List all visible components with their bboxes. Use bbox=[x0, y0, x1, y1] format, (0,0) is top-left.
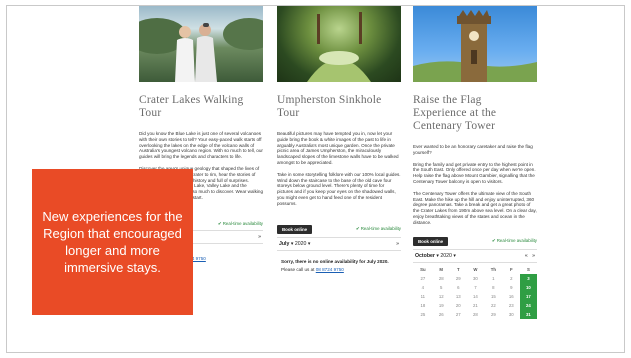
chevron-right-icon[interactable]: » bbox=[258, 234, 261, 240]
tour-card-centenary-tower: Raise the Flag Experience at the Centena… bbox=[413, 6, 537, 319]
tour-description: Beautiful pictures may have tempted you … bbox=[277, 131, 401, 207]
calendar-day: 15 bbox=[490, 293, 496, 299]
tour-card-umpherston: Umpherston Sinkhole Tour Beautiful pictu… bbox=[277, 6, 401, 272]
weekday-header: Su bbox=[420, 266, 426, 272]
calendar-week-row: 11 12 13 14 15 16 17 bbox=[413, 291, 537, 301]
calendar-week-row: 18 19 20 21 22 23 24 bbox=[413, 300, 537, 310]
calendar-day-available[interactable]: 17 bbox=[519, 291, 537, 301]
slide-frame: Crater Lakes Walking Tour Did you know t… bbox=[6, 5, 625, 353]
calendar-day: 16 bbox=[508, 293, 514, 299]
weekday-header: T bbox=[457, 266, 460, 272]
booking-widget: Book online ✔ Real-time availability Oct… bbox=[413, 236, 537, 319]
calendar-day-available[interactable]: 31 bbox=[519, 309, 537, 319]
weekday-header: W bbox=[473, 266, 478, 272]
tour-title: Umpherston Sinkhole Tour bbox=[277, 94, 382, 119]
calendar-day: 25 bbox=[420, 311, 426, 317]
month-dropdown[interactable]: July bbox=[279, 241, 289, 247]
callout-text: New experiences for the Region that enco… bbox=[42, 209, 183, 275]
tower-photo-illustration bbox=[413, 10, 537, 82]
calendar-day: 29 bbox=[455, 275, 461, 281]
calendar-day: 23 bbox=[508, 302, 514, 308]
tour-paragraph: Take in some storytelling folklore with … bbox=[277, 171, 401, 206]
book-online-button[interactable]: Book online bbox=[277, 224, 313, 234]
calendar-day: 5 bbox=[440, 284, 443, 290]
tour-paragraph: Beautiful pictures may have tempted you … bbox=[277, 131, 399, 165]
month-selector[interactable]: July ▾ 2020 ▾ » bbox=[277, 236, 401, 251]
check-icon: ✔ bbox=[217, 220, 222, 226]
tour-paragraph: Bring the family and get private entry t… bbox=[413, 161, 536, 184]
chevron-left-icon[interactable]: « bbox=[525, 253, 528, 259]
tour-title: Raise the Flag Experience at the Centena… bbox=[413, 94, 497, 132]
calendar-day: 9 bbox=[510, 284, 513, 290]
phone-link[interactable]: 08 8724 9750 bbox=[316, 267, 344, 272]
calendar-day: 20 bbox=[455, 302, 461, 308]
chevron-down-icon[interactable]: ▾ bbox=[291, 241, 294, 247]
calendar-day: 7 bbox=[474, 284, 477, 290]
calendar-day: 30 bbox=[508, 311, 514, 317]
calendar-day: 28 bbox=[438, 275, 444, 281]
year-dropdown[interactable]: 2020 bbox=[440, 253, 452, 259]
calendar-day-available[interactable]: 3 bbox=[519, 273, 537, 283]
chevron-right-icon[interactable]: » bbox=[396, 241, 399, 247]
calendar-day: 28 bbox=[473, 311, 478, 317]
year-dropdown[interactable]: 2020 bbox=[295, 241, 307, 247]
weekday-header: M bbox=[439, 266, 444, 272]
garden-photo-illustration bbox=[307, 12, 371, 82]
chevron-down-icon[interactable]: ▾ bbox=[308, 241, 311, 247]
check-icon: ✔ bbox=[491, 238, 496, 244]
no-availability-message: Sorry, there is no online availability f… bbox=[281, 258, 389, 264]
callout-box: New experiences for the Region that enco… bbox=[32, 169, 193, 315]
calendar-day: 18 bbox=[420, 302, 426, 308]
tour-photo-centenary-tower bbox=[413, 6, 537, 82]
month-dropdown[interactable]: October bbox=[415, 253, 435, 259]
check-icon: ✔ bbox=[355, 226, 360, 232]
tour-description: Ever wanted to be an honorary caretaker … bbox=[413, 144, 537, 226]
calendar-day: 22 bbox=[490, 302, 496, 308]
calendar-day: 6 bbox=[457, 284, 460, 290]
calendar-week-row: 4 5 6 7 8 9 10 bbox=[413, 282, 537, 292]
month-selector[interactable]: October ▾ 2020 ▾ « » bbox=[413, 248, 537, 263]
booking-widget: Book online ✔ Real-time availability Jul… bbox=[277, 224, 401, 272]
calendar-day: 26 bbox=[438, 311, 444, 317]
calendar-day: 27 bbox=[420, 275, 426, 281]
tour-photo-umpherston bbox=[277, 6, 401, 82]
book-online-button[interactable]: Book online bbox=[413, 236, 449, 246]
calendar-day: 30 bbox=[473, 275, 478, 281]
weekday-header: Th bbox=[490, 266, 496, 272]
real-time-availability-label: ✔ Real-time availability bbox=[217, 220, 263, 226]
tour-title: Crater Lakes Walking Tour bbox=[139, 94, 244, 119]
real-time-availability-label: ✔ Real-time availability bbox=[491, 238, 537, 244]
weekday-header: S bbox=[526, 266, 530, 272]
calendar-week-row: 25 26 27 28 29 30 31 bbox=[413, 309, 537, 319]
calendar-day: 4 bbox=[421, 284, 425, 290]
tour-photo-crater-lakes bbox=[139, 6, 263, 82]
availability-calendar: Su M T W Th F S 27 28 29 30 1 2 3 4 5 6 7 8 9 10 11 12 13 14 15 1… bbox=[413, 265, 537, 319]
calendar-day-available[interactable]: 10 bbox=[519, 282, 537, 292]
chevron-down-icon[interactable]: ▾ bbox=[453, 253, 456, 259]
calendar-day: 13 bbox=[455, 293, 461, 299]
calendar-day: 27 bbox=[455, 311, 461, 317]
people-photo-illustration bbox=[139, 18, 263, 82]
calendar-day: 14 bbox=[473, 293, 478, 299]
chevron-right-icon[interactable]: » bbox=[532, 253, 535, 259]
calendar-day: 12 bbox=[438, 293, 444, 299]
calendar-week-row: 27 28 29 30 1 2 3 bbox=[413, 273, 537, 283]
chevron-down-icon[interactable]: ▾ bbox=[436, 253, 439, 259]
calendar-day: 19 bbox=[438, 302, 444, 308]
real-time-availability-label: ✔ Real-time availability bbox=[355, 226, 401, 232]
calendar-day: 11 bbox=[420, 293, 426, 299]
call-us-text: Please call us at 08 8724 9750 bbox=[281, 266, 344, 272]
calendar-day: 8 bbox=[492, 284, 495, 290]
calendar-day-available[interactable]: 24 bbox=[519, 300, 537, 310]
calendar-day: 1 bbox=[492, 275, 495, 281]
tour-paragraph: Did you know the Blue Lake is just one o… bbox=[139, 131, 263, 160]
calendar-day: 2 bbox=[510, 275, 513, 281]
calendar-day: 29 bbox=[490, 311, 496, 317]
weekday-header: F bbox=[509, 266, 513, 272]
calendar-day: 21 bbox=[473, 302, 478, 308]
tour-paragraph: The Centenary Tower offers the ultimate … bbox=[413, 190, 537, 225]
tour-paragraph: Ever wanted to be an honorary caretaker … bbox=[413, 144, 533, 155]
